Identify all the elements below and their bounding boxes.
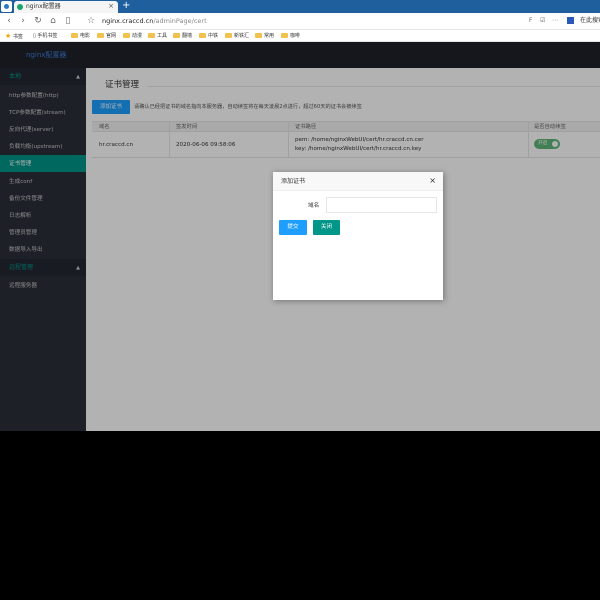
bookmark-star-icon[interactable]: ☆ (85, 15, 97, 27)
bookmark-item[interactable]: 新铁汇 (225, 32, 249, 40)
browser-tab[interactable]: nginx配置器 × (14, 1, 118, 13)
tab-close-icon[interactable]: × (108, 2, 114, 11)
extension-f-icon[interactable]: F (529, 16, 532, 26)
folder-icon (71, 33, 78, 38)
menu-icon[interactable]: ⋯ (552, 16, 558, 26)
dialog-title: 添加证书 (281, 178, 306, 185)
bookmark-item[interactable]: 电影 (71, 32, 90, 40)
browser-window: nginx配置器 × + ‹ › ↻ ⌂ ▯ ☆ nginx.craccd.cn… (0, 0, 600, 431)
domain-field-label: 域名 (308, 203, 320, 209)
bookmark-item[interactable]: 咖啡 (281, 32, 300, 40)
bookmark-item[interactable]: 工具 (148, 32, 167, 40)
folder-icon (281, 33, 288, 38)
folder-icon (255, 33, 262, 38)
browser-logo-icon[interactable] (1, 1, 12, 12)
bookmark-item[interactable]: ▯ 手机书签 (33, 32, 57, 40)
close-icon[interactable]: × (429, 176, 436, 186)
bookmark-item[interactable]: 常用 (255, 32, 274, 40)
folder-icon (199, 33, 206, 38)
phone-icon: ▯ (33, 33, 36, 39)
tab-title: nginx配置器 (26, 3, 61, 10)
url-host: nginx.craccd.cn (102, 17, 154, 25)
bookmark-item[interactable]: ★ 书签 (5, 32, 23, 41)
reload-icon[interactable]: ↻ (32, 15, 44, 27)
add-cert-dialog: 添加证书 × 域名 提交 关闭 (273, 172, 443, 300)
back-icon[interactable]: ‹ (3, 15, 15, 27)
address-bar: ‹ › ↻ ⌂ ▯ ☆ nginx.craccd.cn/adminPage/ce… (0, 13, 600, 30)
folder-icon (123, 33, 130, 38)
folder-icon (173, 33, 180, 38)
submit-button[interactable]: 提交 (279, 220, 307, 235)
bookmark-item[interactable]: 官网 (97, 32, 116, 40)
star-icon: ★ (5, 32, 12, 40)
url-path: /adminPage/cert (153, 17, 207, 25)
search-box[interactable]: 在此搜索 (580, 17, 600, 25)
folder-icon (225, 33, 232, 38)
dialog-header: 添加证书 × (273, 172, 443, 191)
bookmarks-bar: ★ 书签 ▯ 手机书签 电影 官网 动漫 工具 翻墙 中铁 新铁汇 常用 咖啡 (0, 30, 600, 42)
bookmark-item[interactable]: 中铁 (199, 32, 218, 40)
home-icon[interactable]: ⌂ (47, 15, 59, 27)
folder-icon (148, 33, 155, 38)
domain-input[interactable] (326, 197, 437, 213)
url-field[interactable]: nginx.craccd.cn/adminPage/cert (102, 17, 207, 25)
tab-strip: nginx配置器 × + (0, 0, 600, 13)
extension-icon[interactable] (567, 17, 574, 24)
close-button[interactable]: 关闭 (313, 220, 340, 235)
favicon-icon (17, 4, 23, 10)
reading-mode-icon[interactable]: ▯ (62, 15, 74, 27)
folder-icon (97, 33, 104, 38)
new-tab-icon[interactable]: + (122, 0, 130, 12)
share-icon[interactable]: ☑ (540, 16, 545, 26)
forward-icon[interactable]: › (17, 15, 29, 27)
bookmark-item[interactable]: 翻墙 (173, 32, 192, 40)
bookmark-item[interactable]: 动漫 (123, 32, 142, 40)
